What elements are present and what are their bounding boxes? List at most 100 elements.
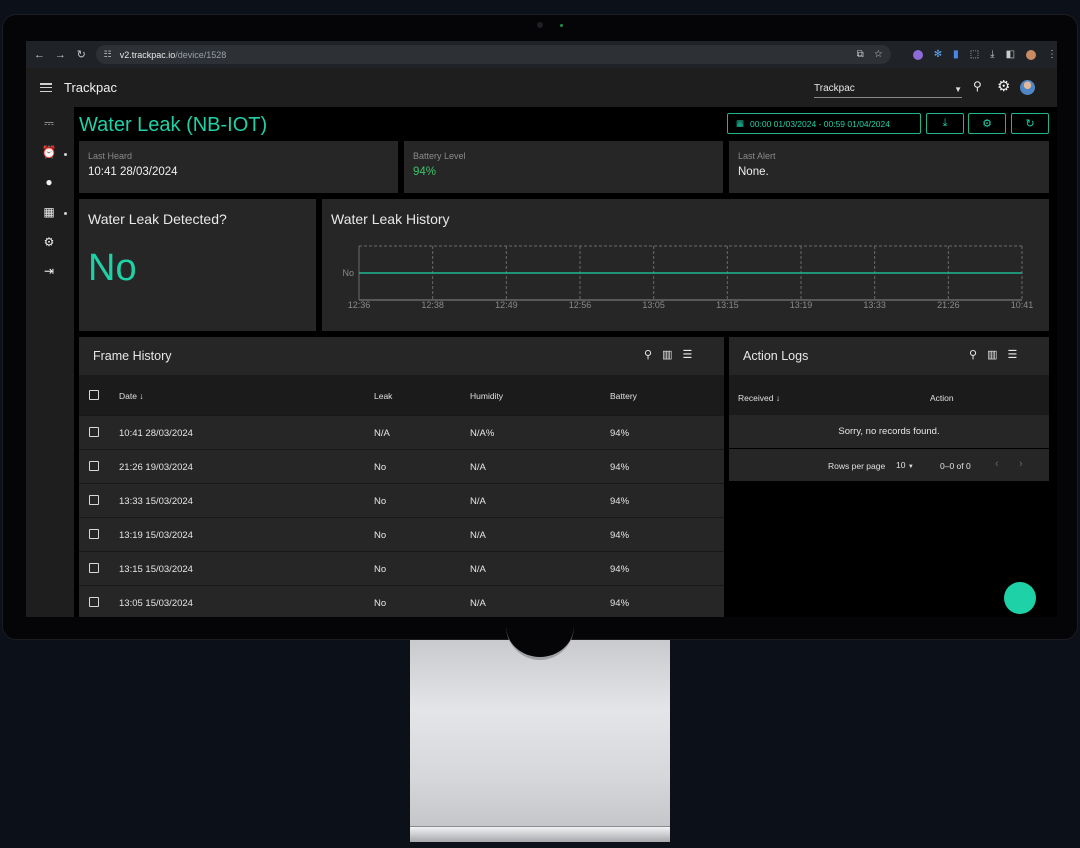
rows-per-page-select[interactable]: 10 ▼ [896,460,914,470]
side-panel-icon[interactable]: ◧ [1006,49,1015,60]
column-header-received[interactable]: Received ↓ [738,393,780,403]
browser-menu-icon[interactable]: ⋮ [1047,49,1057,60]
menu-icon[interactable] [40,83,52,92]
url-path: /device/1528 [175,49,227,60]
table-row[interactable]: 13:19 15/03/2024 No N/A 94% [79,517,724,550]
extension-icon[interactable] [912,49,923,60]
filter-icon[interactable]: ☰ [682,348,692,361]
table-title: Frame History [93,349,172,363]
organization-select[interactable]: Trackpac ▼ [814,76,962,98]
chart-svg: 12:36 12:38 12:49 12:56 13:05 13:15 13:19 13:33… [342,245,1033,310]
battery-level-card: Battery Level 94% [404,141,723,193]
pagination-range: 0–0 of 0 [940,461,971,471]
empty-message: Sorry, no records found. [838,426,940,437]
refresh-button[interactable]: ↻ [1011,113,1049,134]
next-page-icon[interactable]: › [1019,458,1023,470]
alarm-clock-icon[interactable]: ⏰ [41,144,57,160]
prev-page-icon[interactable]: ‹ [995,458,999,470]
gear-icon[interactable]: ⚙ [997,77,1010,95]
download-icon[interactable]: ⤓ [990,49,994,60]
cell-humidity: N/A [470,496,486,507]
table-row[interactable]: 21:26 19/03/2024 No N/A 94% [79,449,724,482]
url-host: v2.trackpac.io [119,49,176,60]
column-label: Date [119,391,137,401]
table-title: Action Logs [743,349,809,363]
install-app-icon[interactable]: ⧉ [857,49,864,60]
cell-leak: N/A [374,428,390,439]
row-checkbox[interactable] [89,427,99,437]
search-icon[interactable]: ⚲ [969,348,977,361]
table-toolbar: ⚲ ▥ ☰ [644,348,692,361]
row-checkbox[interactable] [89,563,99,573]
bookmark-star-icon[interactable]: ☆ [874,49,883,60]
address-bar[interactable]: ☷ v2.trackpac.io/device/1528 ⧉ ☆ [95,45,891,64]
stat-label: Battery Level [413,151,466,161]
table-row[interactable]: 13:33 15/03/2024 No N/A 94% [79,483,724,516]
column-label: Received [738,393,774,403]
columns-icon[interactable]: ▥ [662,348,672,361]
cell-date: 13:15 15/03/2024 [119,564,193,575]
leak-history-chart: Water Leak History 12:36 12:38 12:49 12:56 1… [322,199,1049,331]
x-tick-label: 13:19 [790,300,813,310]
back-arrow-icon[interactable]: ← [29,49,50,61]
app-bar: Trackpac Trackpac ▼ ⚲ ⚙ [26,68,1057,107]
cell-battery: 94% [610,530,630,541]
monitor-stand [410,640,670,842]
forward-arrow-icon[interactable]: → [50,49,71,61]
column-header-date[interactable]: Date ↓ [119,391,144,401]
sort-arrow-icon: ↓ [139,391,144,401]
column-header-leak[interactable]: Leak [374,391,392,401]
column-header-humidity[interactable]: Humidity [470,391,503,401]
cell-battery: 94% [610,598,630,609]
expand-dot [64,153,67,156]
rows-per-page-label: Rows per page [828,461,886,471]
x-tick-label: 13:33 [863,300,886,310]
columns-icon[interactable]: ▥ [987,348,997,361]
settings-gear-icon[interactable]: ⚙ [41,234,57,250]
download-button[interactable]: ⤓ [926,113,964,134]
table-row[interactable]: 13:15 15/03/2024 No N/A 94% [79,551,724,584]
empty-state-row: Sorry, no records found. [729,415,1049,448]
filter-icon[interactable]: ☰ [1007,348,1017,361]
column-header-battery[interactable]: Battery [610,391,637,401]
search-icon[interactable]: ⚲ [644,348,652,361]
column-header-action[interactable]: Action [930,393,954,403]
row-checkbox[interactable] [89,597,99,607]
caret-down-icon: ▼ [907,464,914,470]
device-settings-button[interactable]: ⚙ [968,113,1006,134]
avatar[interactable] [1020,80,1035,95]
x-tick-label: 12:49 [495,300,518,310]
person-icon[interactable]: ● [41,174,57,190]
cell-humidity: N/A [470,564,486,575]
frame-history-panel: Frame History ⚲ ▥ ☰ Date ↓ Leak Humidity… [79,337,724,617]
router-icon[interactable]: ⎓ [41,115,57,131]
cell-date: 10:41 28/03/2024 [119,428,193,439]
table-row[interactable]: 13:05 15/03/2024 No N/A 94% [79,585,724,617]
x-tick-label: 12:36 [348,300,371,310]
select-all-checkbox[interactable] [89,390,99,400]
row-checkbox[interactable] [89,529,99,539]
extension-react-icon[interactable]: ✻ [934,49,942,60]
stat-value: None. [738,166,769,178]
cell-humidity: N/A [470,598,486,609]
row-checkbox[interactable] [89,495,99,505]
reload-icon[interactable]: ↻ [71,48,92,61]
stat-value: 10:41 28/03/2024 [88,166,178,178]
last-alert-card: Last Alert None. [729,141,1049,193]
date-range-button[interactable]: ▦ 00:00 01/03/2024 - 00:59 01/04/2024 [727,113,921,134]
extensions-puzzle-icon[interactable]: ⬚ [970,49,979,60]
cell-battery: 94% [610,496,630,507]
search-icon[interactable]: ⚲ [973,79,982,93]
extension-bookmark-icon[interactable]: ▮ [953,49,959,60]
table-row[interactable]: 10:41 28/03/2024 N/A N/A% 94% [79,415,724,448]
camera-icon [537,22,543,28]
fab-button[interactable] [1004,582,1036,614]
x-tick-label: 13:15 [716,300,739,310]
calendar-icon: ▦ [736,118,745,128]
building-icon[interactable]: ▦ [41,204,57,220]
logout-icon[interactable]: ⇥ [41,263,57,279]
site-info-icon[interactable]: ☷ [104,49,112,60]
row-checkbox[interactable] [89,461,99,471]
profile-avatar[interactable] [1026,49,1037,60]
cell-battery: 94% [610,564,630,575]
